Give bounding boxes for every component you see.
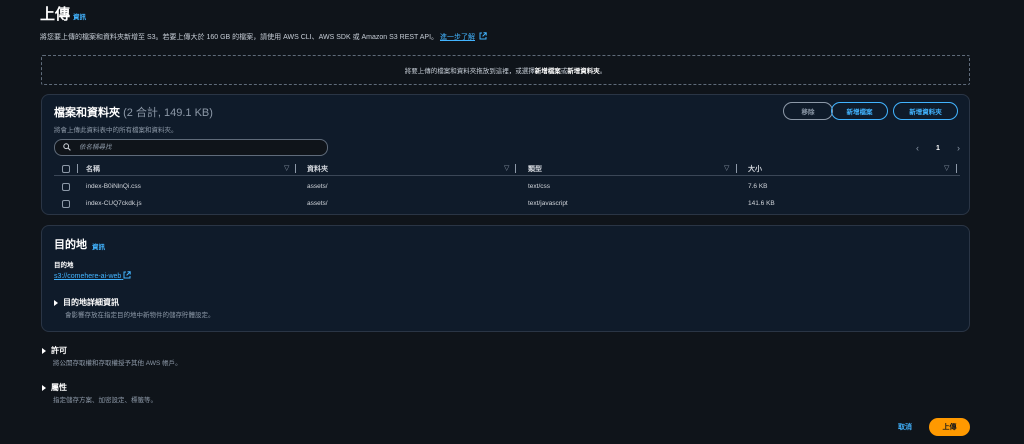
permissions-subtitle: 將公開存取權和存取權授予其他 AWS 帳戶。 [53, 360, 182, 367]
file-type: text/javascript [528, 200, 568, 207]
page-description: 將您要上傳的檔案和資料夾新增至 S3。若要上傳大於 160 GB 的檔案，請使用… [40, 32, 487, 42]
remove-button[interactable]: 移除 [783, 102, 833, 120]
sort-icon[interactable]: ▽ [284, 164, 289, 172]
caret-right-icon [54, 299, 58, 306]
file-type: text/css [528, 183, 551, 190]
file-folder: assets/ [307, 200, 328, 207]
permissions-toggle[interactable]: 許可 [42, 345, 67, 356]
page-info-link[interactable]: 資訊 [73, 11, 86, 21]
external-link-icon [123, 271, 131, 281]
file-size: 141.6 KB [748, 200, 775, 207]
drop-zone-add-folder: 新增資料夾 [567, 68, 600, 75]
properties-subtitle: 指定儲存方案、加密設定、標籤等。 [53, 397, 157, 404]
drop-zone-end: 。 [599, 68, 607, 75]
page-title: 上傳 [40, 6, 71, 23]
select-all-checkbox[interactable] [62, 165, 70, 173]
files-panel-title-text: 檔案和資料夾 [54, 107, 120, 119]
destination-bucket-text[interactable]: s3://comehere-ai-web [54, 273, 121, 280]
sort-icon[interactable]: ▽ [504, 164, 509, 172]
page-description-text: 將您要上傳的檔案和資料夾新增至 S3。若要上傳大於 160 GB 的檔案，請使用… [40, 34, 439, 41]
drop-zone-add-files: 新增檔案 [534, 68, 561, 75]
destination-details-toggle[interactable]: 目的地詳細資訊 [54, 297, 119, 308]
upload-button[interactable]: 上傳 [929, 418, 970, 436]
table-row[interactable]: index-CUQ7ckdk.js assets/ text/javascrip… [54, 196, 960, 213]
column-divider [956, 164, 957, 173]
file-name: index-CUQ7ckdk.js [86, 200, 142, 207]
search-icon [63, 142, 71, 153]
sort-icon[interactable]: ▽ [944, 164, 949, 172]
table-header: 名稱 ▽ 資料夾 ▽ 類型 ▽ 大小 ▽ [54, 162, 960, 176]
column-header-size[interactable]: 大小 [748, 162, 762, 175]
table-row[interactable]: index-B0iNlnQi.css assets/ text/css 7.6 … [54, 179, 960, 196]
cancel-button[interactable]: 取消 [889, 418, 921, 436]
add-folder-button[interactable]: 新增資料夾 [893, 102, 958, 120]
properties-title: 屬性 [51, 383, 67, 392]
pagination: ‹ 1 › [916, 142, 960, 154]
files-panel-subtitle: 將會上傳此資料表中的所有檔案和資料夾。 [54, 127, 178, 134]
file-folder: assets/ [307, 183, 328, 190]
destination-panel: 目的地 資訊 目的地 s3://comehere-ai-web 目的地詳細資訊 … [41, 225, 970, 332]
file-size: 7.6 KB [748, 183, 768, 190]
files-panel-title: 檔案和資料夾 (2 合計, 149.1 KB) [54, 104, 213, 120]
sort-icon[interactable]: ▽ [724, 164, 729, 172]
column-header-name[interactable]: 名稱 [86, 162, 100, 175]
row-checkbox[interactable] [62, 183, 70, 191]
destination-label: 目的地 [54, 262, 74, 269]
add-files-button[interactable]: 新增檔案 [831, 102, 888, 120]
files-count: (2 合計, 149.1 KB) [123, 107, 213, 119]
destination-bucket-link[interactable]: s3://comehere-ai-web [54, 271, 131, 281]
search-box[interactable] [54, 139, 328, 156]
caret-right-icon [42, 347, 46, 354]
column-header-type[interactable]: 類型 [528, 162, 542, 175]
current-page[interactable]: 1 [936, 145, 940, 152]
search-input[interactable] [77, 143, 317, 152]
properties-toggle[interactable]: 屬性 [42, 382, 67, 393]
column-divider [295, 164, 296, 173]
file-name: index-B0iNlnQi.css [86, 183, 141, 190]
destination-title: 目的地 [54, 239, 87, 251]
files-panel: 檔案和資料夾 (2 合計, 149.1 KB) 將會上傳此資料表中的所有檔案和資… [41, 94, 970, 215]
destination-details-title: 目的地詳細資訊 [63, 298, 119, 307]
row-checkbox[interactable] [62, 200, 70, 208]
permissions-title: 許可 [51, 346, 67, 355]
external-link-icon [479, 32, 487, 42]
column-divider [77, 164, 78, 173]
destination-info-link[interactable]: 資訊 [92, 241, 105, 251]
caret-right-icon [42, 384, 46, 391]
drop-zone[interactable]: 將要上傳的檔案和資料夾拖放到這裡，或選擇 新增檔案或新增資料夾。 [41, 55, 970, 85]
column-divider [736, 164, 737, 173]
column-header-folder[interactable]: 資料夾 [307, 162, 328, 175]
column-divider [515, 164, 516, 173]
next-page-icon[interactable]: › [957, 143, 960, 153]
prev-page-icon[interactable]: ‹ [916, 143, 919, 153]
destination-details-subtitle: 會影響存放在指定目的地中新物件的儲存貯體設定。 [65, 312, 215, 319]
learn-more-link[interactable]: 進一步了解 [440, 34, 475, 41]
drop-zone-text: 將要上傳的檔案和資料夾拖放到這裡，或選擇 [404, 68, 535, 75]
